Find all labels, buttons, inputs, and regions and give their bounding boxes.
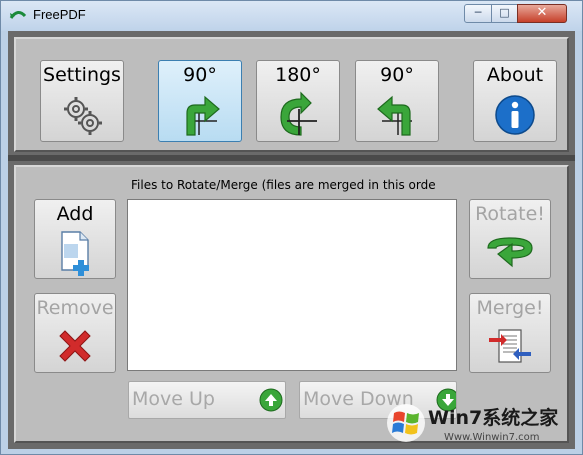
rotate-action-icon (487, 237, 533, 268)
rotate-right-arrow-icon (186, 95, 220, 136)
settings-label: Settings (43, 64, 121, 86)
watermark-url: Www.Winwin7.com (444, 432, 540, 443)
move-up-label: Move Up (132, 388, 215, 410)
rotate-files-button[interactable]: Rotate! (469, 199, 551, 279)
add-label: Add (56, 203, 94, 225)
rotate-left-arrow-icon (377, 95, 412, 136)
watermark-brand: Win7系统之家 (428, 407, 559, 429)
remove-label: Remove (36, 297, 114, 319)
app-logo-icon (9, 11, 27, 19)
about-button[interactable]: About (473, 60, 557, 142)
windows-logo-icon (387, 404, 425, 442)
title-bar[interactable]: FreePDF ─ □ ✕ (1, 1, 582, 31)
panel-divider (8, 155, 575, 161)
gears-icon (64, 97, 102, 135)
toolbar-panel: Settings 90° 180° 90° About (14, 37, 569, 152)
arrow-up-icon (259, 388, 283, 412)
rotate-90-left-button[interactable]: 90° (355, 60, 439, 142)
move-up-button[interactable]: Move Up (128, 381, 286, 419)
maximize-button[interactable]: □ (491, 4, 518, 23)
settings-button[interactable]: Settings (40, 60, 124, 142)
merge-documents-icon (489, 329, 531, 363)
info-icon (495, 95, 535, 135)
app-window: FreePDF ─ □ ✕ Settings 90° 180° 90° Abou… (0, 0, 583, 455)
add-file-icon (61, 231, 89, 276)
close-button[interactable]: ✕ (517, 4, 567, 23)
rotate-90-right-label: 90° (183, 64, 217, 86)
rotate-180-label: 180° (275, 64, 321, 86)
remove-button[interactable]: Remove (34, 293, 116, 373)
add-button[interactable]: Add (34, 199, 116, 279)
window-title: FreePDF (33, 7, 86, 22)
files-listbox[interactable] (127, 199, 457, 371)
remove-x-icon (59, 330, 91, 362)
rotate-180-arrow-icon (280, 91, 317, 136)
rotate-files-label: Rotate! (475, 203, 545, 225)
merge-files-label: Merge! (476, 297, 544, 319)
client-area: Settings 90° 180° 90° About Files to Rot… (8, 31, 575, 449)
rotate-90-right-button[interactable]: 90° (158, 60, 242, 142)
merge-files-button[interactable]: Merge! (469, 293, 551, 373)
rotate-180-button[interactable]: 180° (256, 60, 340, 142)
site-watermark: Win7系统之家 Www.Winwin7.com (384, 399, 582, 454)
minimize-button[interactable]: ─ (464, 4, 492, 23)
about-label: About (486, 64, 544, 86)
rotate-90-left-label: 90° (380, 64, 414, 86)
files-list-header: Files to Rotate/Merge (files are merged … (131, 178, 436, 192)
